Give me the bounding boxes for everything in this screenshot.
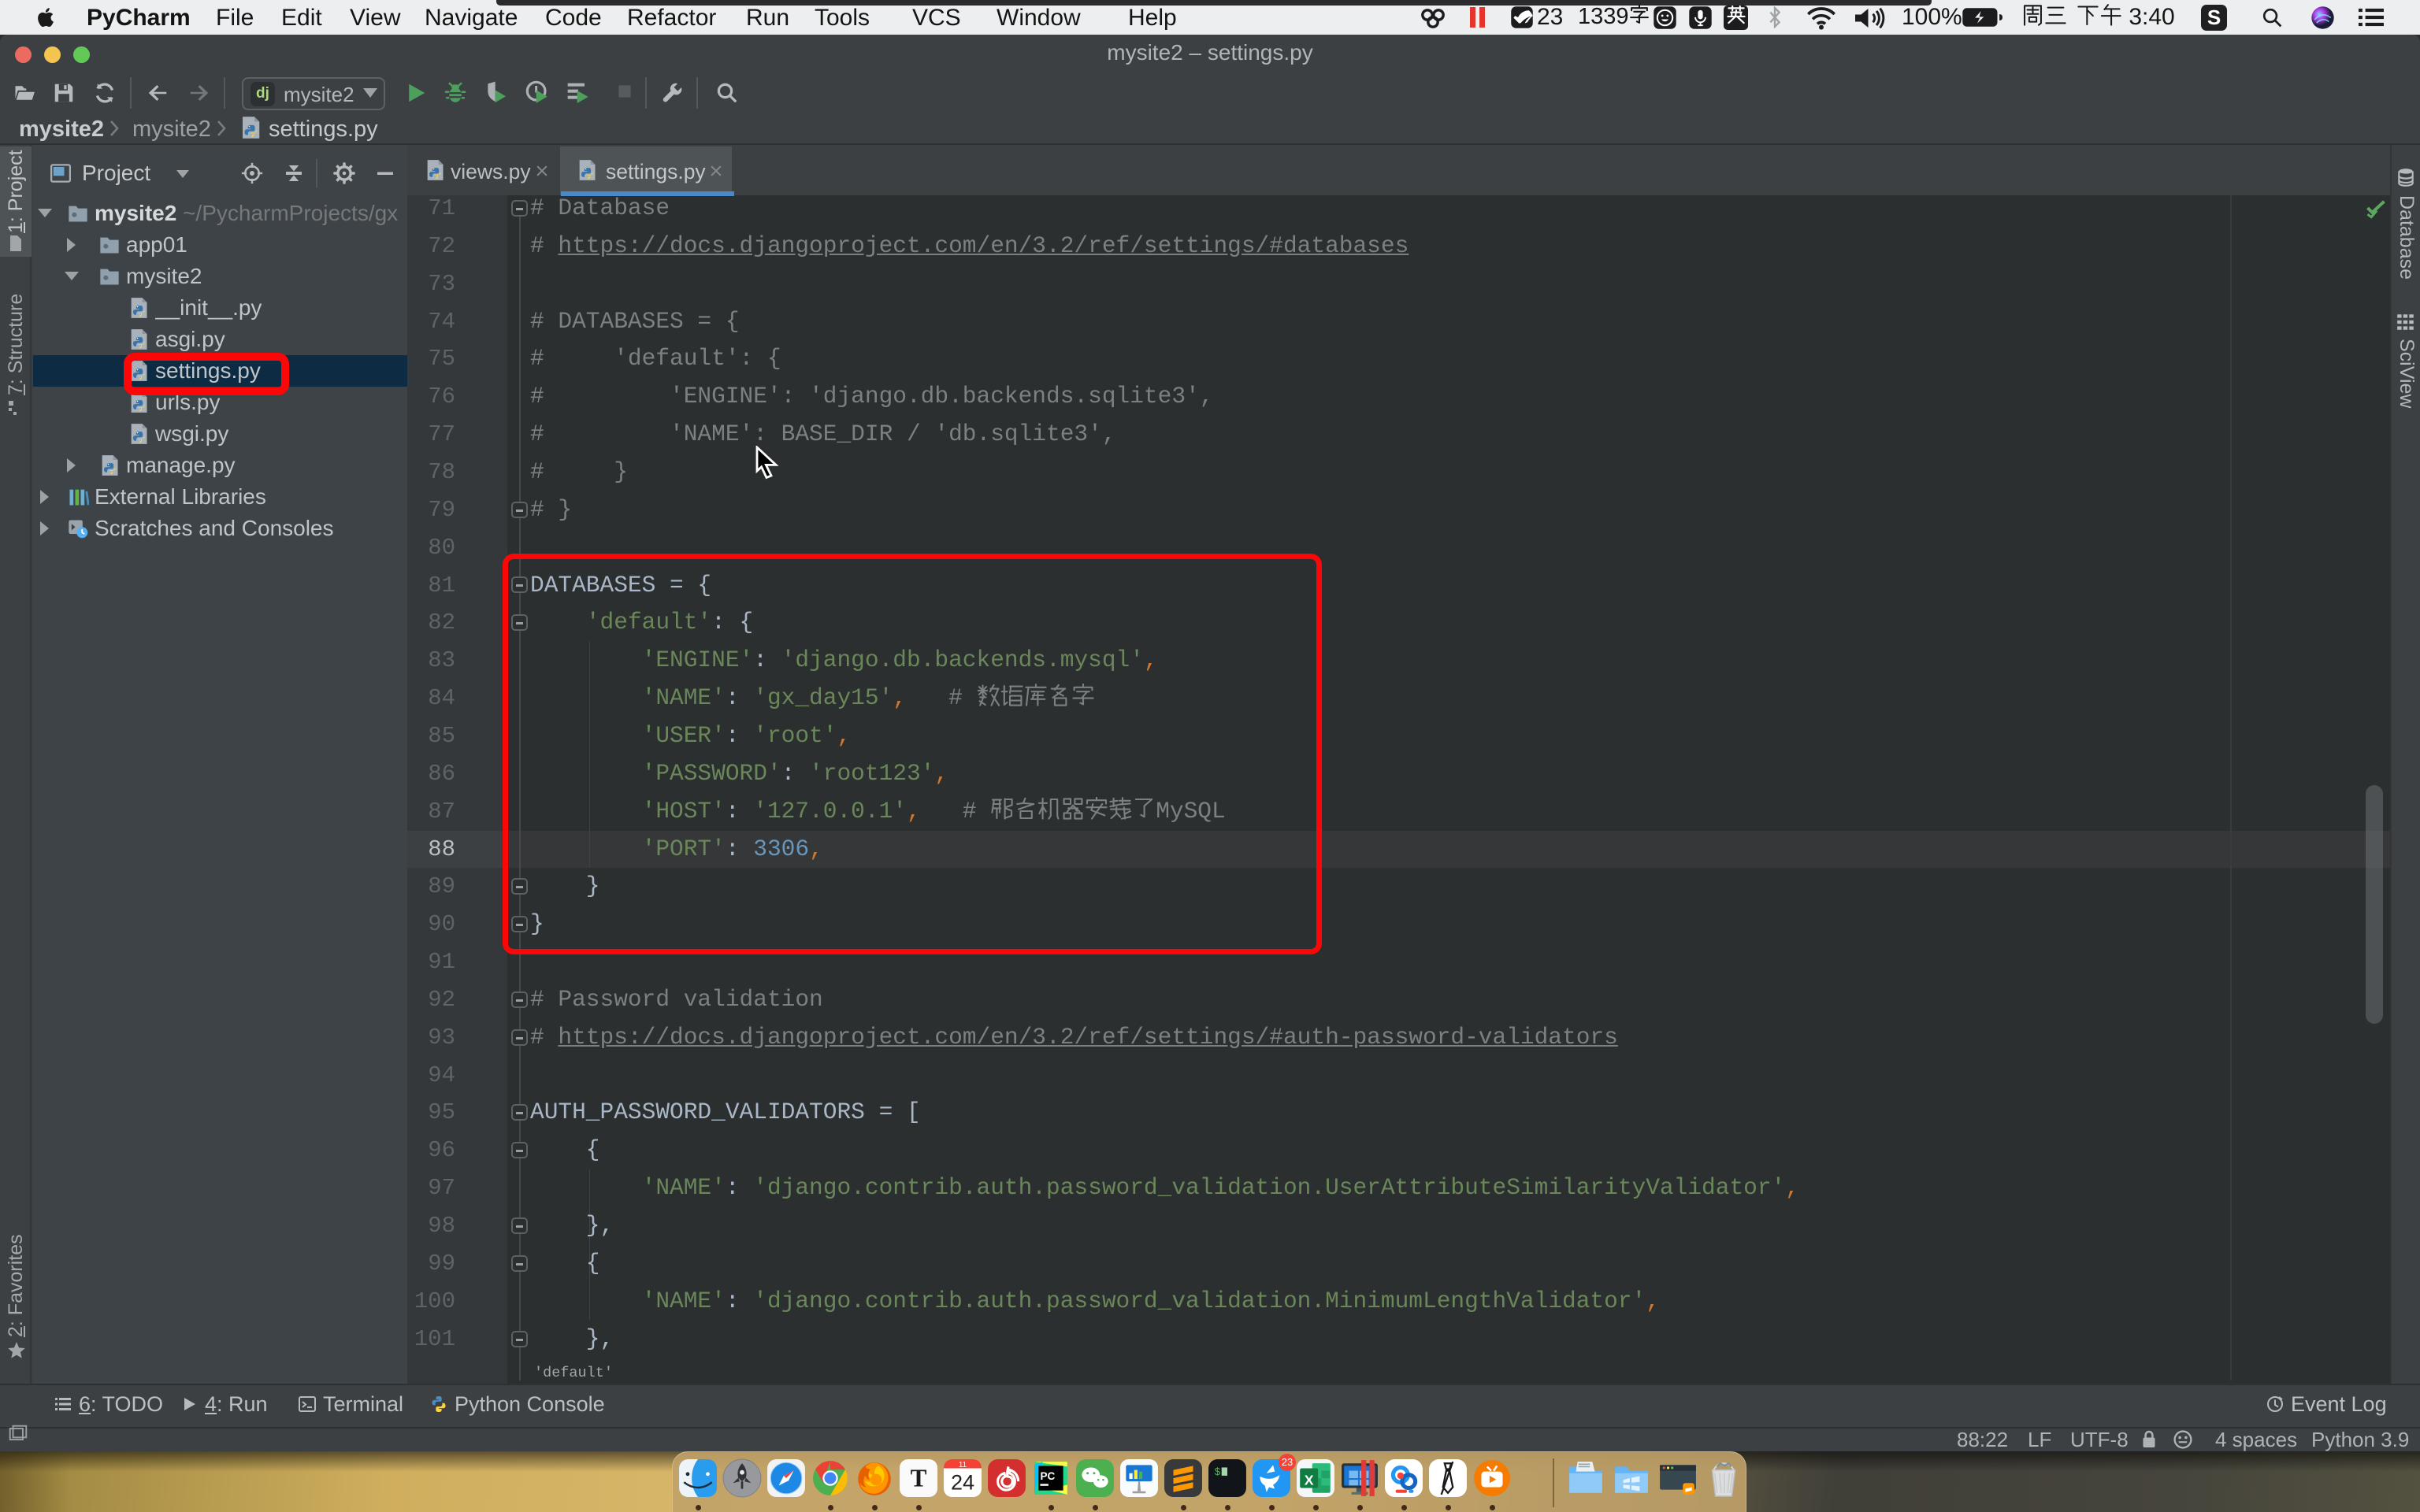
svg-text:$: $: [1214, 1467, 1220, 1479]
svg-text:X: X: [1305, 1472, 1314, 1488]
svg-text:T: T: [911, 1464, 927, 1492]
svg-text:24: 24: [951, 1470, 974, 1495]
svg-text:11: 11: [959, 1461, 967, 1469]
svg-text:PC: PC: [1040, 1470, 1055, 1482]
